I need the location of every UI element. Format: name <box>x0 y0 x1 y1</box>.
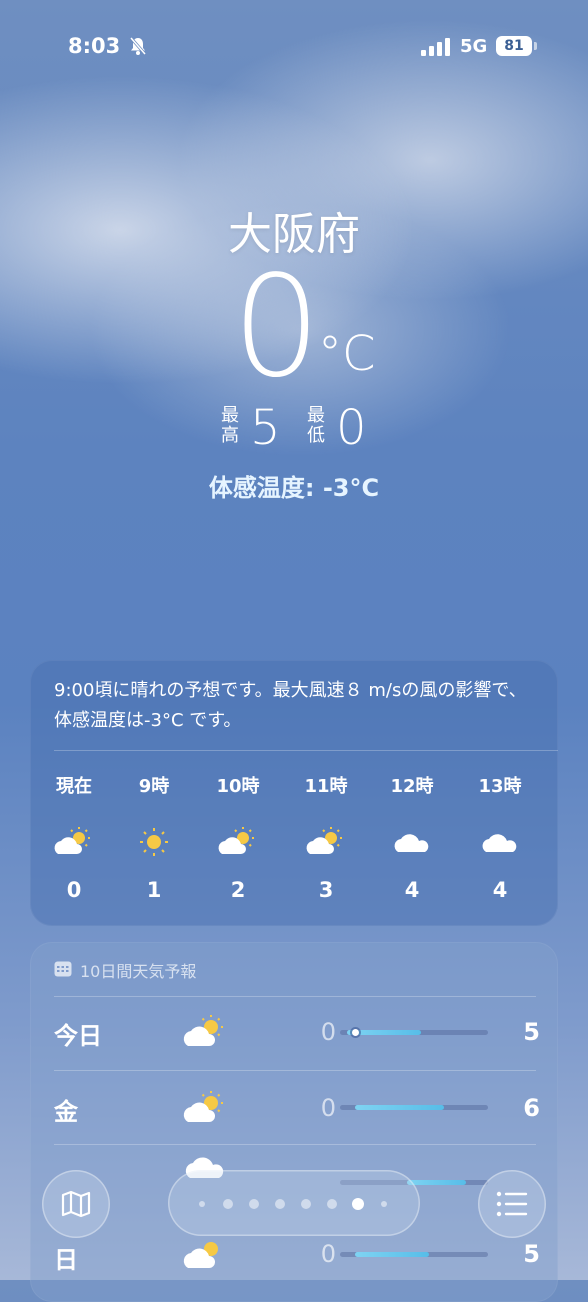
hour-label: 10時 <box>216 776 260 797</box>
hour-item: 9時 1 <box>124 772 184 902</box>
day-low: 0 <box>320 1018 336 1046</box>
day-high: 5 <box>523 1240 540 1268</box>
day-low: 0 <box>320 1094 336 1122</box>
partly-sunny-icon <box>306 827 342 854</box>
map-icon <box>61 1190 91 1218</box>
hour-item: 10時 2 <box>208 772 268 902</box>
sun-icon <box>140 828 168 856</box>
day-high: 6 <box>523 1094 540 1122</box>
page-dot[interactable] <box>223 1199 233 1209</box>
network-type: 5G <box>460 36 488 57</box>
low-temp: 0 <box>336 400 367 456</box>
hour-temp: 0 <box>66 878 82 902</box>
temp-range-bar <box>340 1029 488 1036</box>
hour-item: 13時 4 <box>470 772 530 902</box>
hour-label: 13時 <box>478 776 522 797</box>
hour-temp: 3 <box>318 878 334 902</box>
page-dot[interactable] <box>327 1199 337 1209</box>
page-dot[interactable] <box>381 1201 387 1207</box>
page-dot[interactable] <box>301 1199 311 1209</box>
hour-temp: 4 <box>404 878 420 902</box>
partly-sunny-icon <box>218 827 254 854</box>
battery-tip <box>534 42 537 50</box>
high-label: 最 高 <box>220 406 240 446</box>
hour-temp: 2 <box>230 878 246 902</box>
cloud-icon <box>394 834 429 852</box>
hour-item: 現在 0 <box>44 772 104 902</box>
hour-label: 9時 <box>138 776 170 797</box>
partly-sunny-icon <box>183 1091 223 1122</box>
current-temperature: 0 <box>232 246 322 409</box>
temperature-unit: °C <box>318 326 376 382</box>
ten-day-title: 10日間天気予報 <box>80 962 197 981</box>
partly-sunny-icon <box>54 827 90 854</box>
page-dot-active[interactable] <box>352 1198 364 1210</box>
day-label: 今日 <box>54 1022 102 1050</box>
temp-range-fill <box>354 1252 429 1257</box>
temp-range-fill <box>354 1105 444 1110</box>
divider <box>54 996 536 997</box>
partly-sunny-icon <box>183 1242 218 1268</box>
battery-icon: 81 <box>496 36 532 56</box>
day-label: 日 <box>54 1246 78 1274</box>
day-high: 5 <box>523 1018 540 1046</box>
hour-label: 現在 <box>56 776 92 797</box>
calendar-icon <box>54 961 72 977</box>
high-temp: 5 <box>250 400 281 456</box>
temp-range-bar <box>340 1252 488 1257</box>
divider <box>54 1144 536 1145</box>
page-dot[interactable] <box>199 1201 205 1207</box>
day-low: 0 <box>320 1240 336 1268</box>
partly-sunny-icon <box>183 1015 223 1046</box>
divider <box>54 750 558 751</box>
cloud-icon <box>482 834 517 852</box>
map-button[interactable] <box>42 1170 110 1238</box>
bell-slash-icon <box>129 37 147 55</box>
temp-range-bar <box>340 1105 488 1110</box>
high-label-text: 最 高 <box>221 405 239 446</box>
day-label: 金 <box>54 1098 78 1126</box>
city-list-button[interactable] <box>478 1170 546 1238</box>
list-icon <box>496 1191 528 1217</box>
page-indicator[interactable] <box>168 1170 420 1236</box>
current-temp-dot <box>351 1029 359 1036</box>
low-label-text: 最 低 <box>307 405 325 446</box>
low-label: 最 低 <box>306 406 326 446</box>
hour-item: 12時 4 <box>382 772 442 902</box>
forecast-summary: 9:00頃に晴れの予想です。最大風速８ m/sの風の影響で、体感温度は-3°C … <box>54 680 527 731</box>
temp-range-fill <box>406 1180 466 1185</box>
signal-icon <box>421 38 450 56</box>
divider <box>54 1070 536 1071</box>
hour-label: 12時 <box>390 776 434 797</box>
hour-temp: 1 <box>146 878 162 902</box>
feels-like: 体感温度: -3°C <box>208 474 380 502</box>
status-time: 8:03 <box>68 34 121 58</box>
page-dot[interactable] <box>249 1199 259 1209</box>
page-dot[interactable] <box>275 1199 285 1209</box>
hour-temp: 4 <box>492 878 508 902</box>
hour-item: 11時 3 <box>296 772 356 902</box>
hour-label: 11時 <box>304 776 348 797</box>
